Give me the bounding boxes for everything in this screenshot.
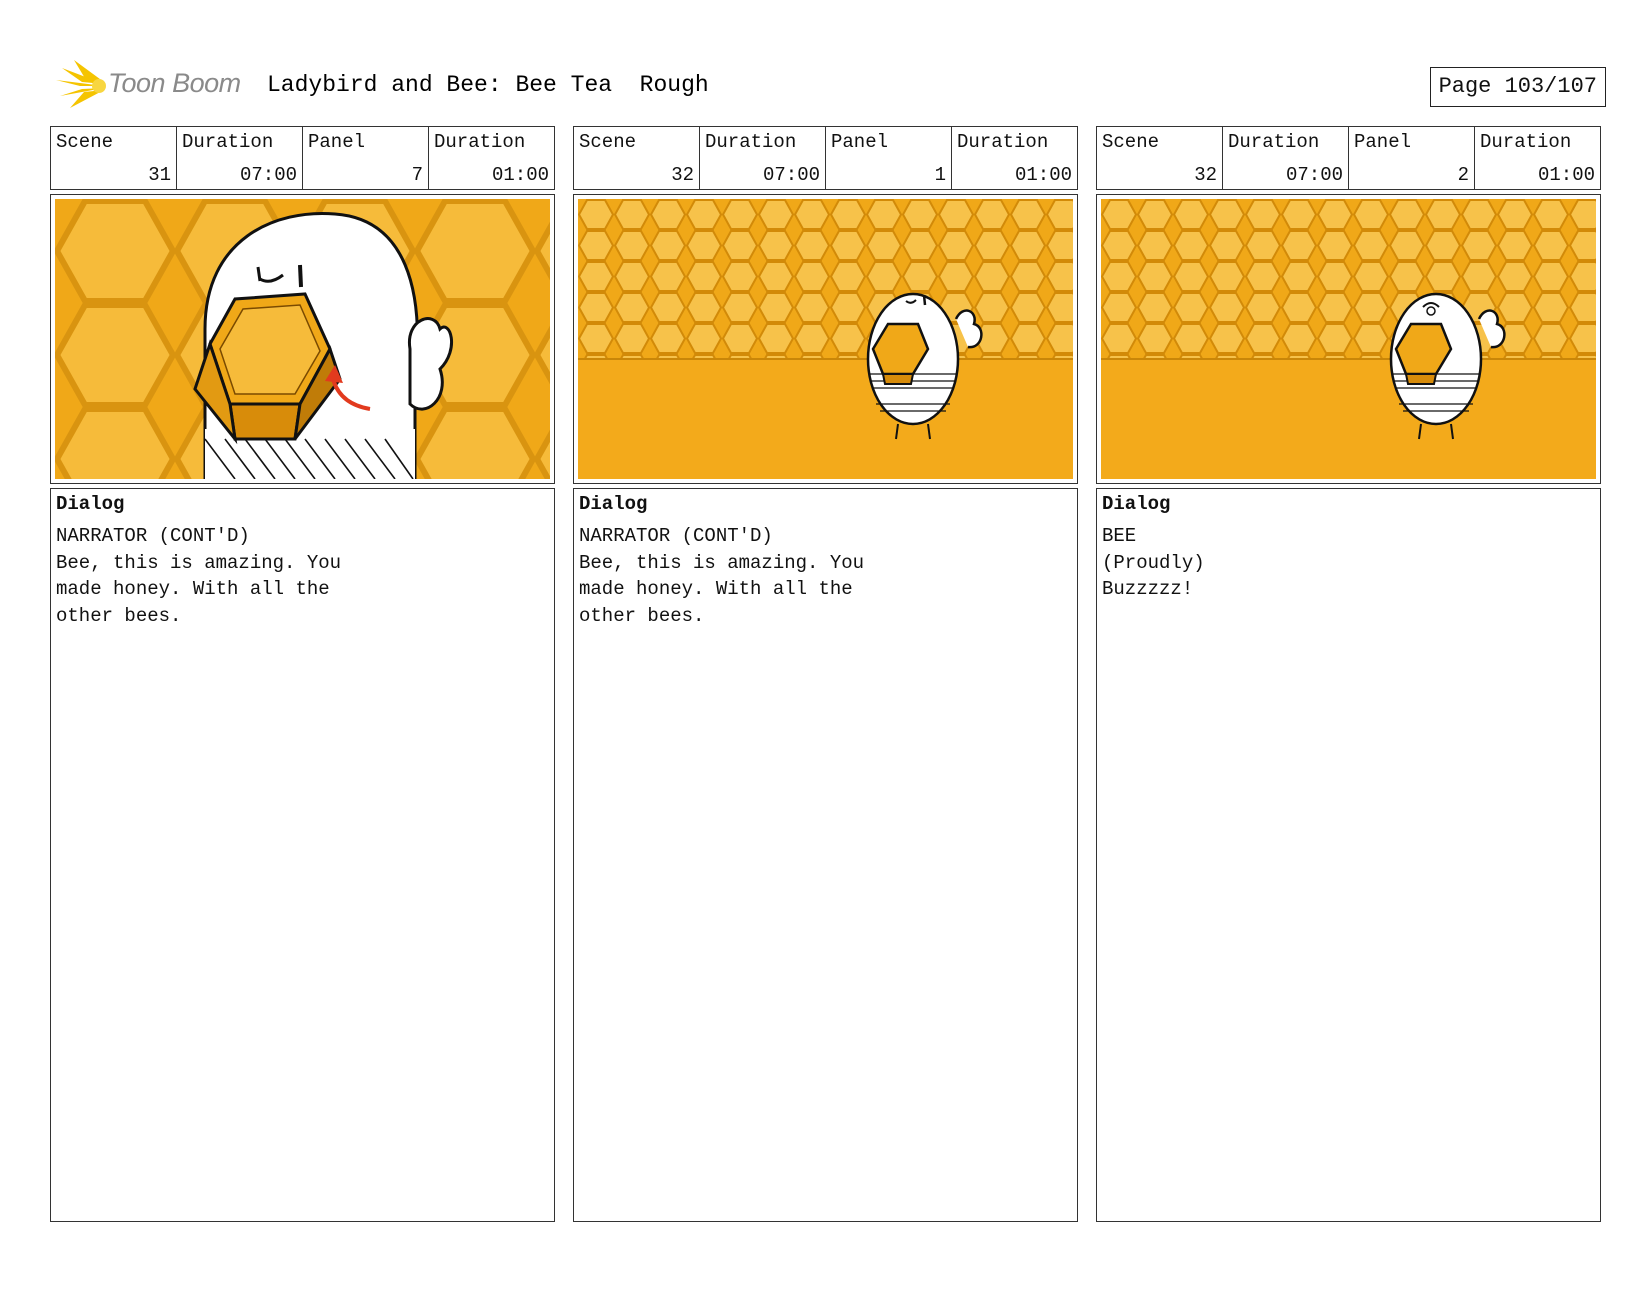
scene-number: 31 [148, 164, 171, 186]
duration-label: Duration [1480, 131, 1572, 153]
dialog-box: Dialog BEE (Proudly) Buzzzzz! [1096, 488, 1601, 1222]
storyboard-panel-2: Scene 32 Duration 07:00 Panel 1 Duration… [573, 126, 1078, 1222]
dialog-line: BEE [1102, 525, 1137, 547]
panel-duration-cell: Duration 01:00 [1475, 127, 1600, 189]
scene-cell: Scene 31 [51, 127, 177, 189]
page-number-box: Page 103/107 [1429, 67, 1606, 107]
scene-label: Scene [579, 131, 637, 153]
scene-duration-cell: Duration 07:00 [700, 127, 826, 189]
panel-duration-cell: Duration 01:00 [429, 127, 554, 189]
panel-duration: 01:00 [1537, 164, 1595, 186]
bee-wide-shot-drawing [578, 199, 1073, 479]
panel-cell: Panel 7 [303, 127, 429, 189]
dialog-line: Bee, this is amazing. You [579, 551, 865, 574]
dialog-line: NARRATOR (CONT'D) [579, 525, 773, 547]
dialog-line: made honey. With all the [56, 578, 330, 600]
dialog-text: BEE (Proudly) Buzzzzz! [1102, 523, 1205, 603]
document-title: Ladybird and Bee: Bee Tea Rough [267, 72, 709, 98]
logo-wordmark: Toon Boom [108, 68, 241, 98]
dialog-line: NARRATOR (CONT'D) [56, 525, 250, 547]
toon-boom-logo: Toon Boom [52, 58, 252, 114]
dialog-line: other bees. [579, 604, 705, 627]
panel-image-frame [50, 194, 555, 484]
panel-number: 1 [934, 164, 946, 186]
scene-label: Scene [1102, 131, 1160, 153]
dialog-box: Dialog NARRATOR (CONT'D) Bee, this is am… [573, 488, 1078, 1222]
scene-cell: Scene 32 [1097, 127, 1223, 189]
scene-duration-cell: Duration 07:00 [177, 127, 303, 189]
duration-label: Duration [957, 131, 1049, 153]
panel-duration: 01:00 [491, 164, 549, 186]
panel-image-frame [573, 194, 1078, 484]
dialog-line: (Proudly) [1102, 551, 1205, 574]
panel-drawing [1101, 199, 1596, 479]
panel-number: 7 [411, 164, 423, 186]
scene-duration: 07:00 [762, 164, 820, 186]
panel-cell: Panel 2 [1349, 127, 1475, 189]
panel-info-bar: Scene 32 Duration 07:00 Panel 1 Duration… [573, 126, 1078, 190]
panel-duration: 01:00 [1014, 164, 1072, 186]
panel-label: Panel [831, 131, 889, 153]
panel-number: 2 [1457, 164, 1469, 186]
duration-label: Duration [182, 131, 274, 153]
dialog-line: other bees. [56, 604, 182, 627]
dialog-line: Buzzzzz! [1102, 578, 1194, 600]
duration-label: Duration [434, 131, 526, 153]
scene-duration: 07:00 [239, 164, 297, 186]
dialog-text: NARRATOR (CONT'D) Bee, this is amazing. … [56, 523, 341, 629]
dialog-line: Bee, this is amazing. You [56, 551, 342, 574]
scene-duration: 07:00 [1285, 164, 1343, 186]
storyboard-header: Toon Boom Ladybird and Bee: Bee Tea Roug… [52, 58, 1606, 118]
duration-label: Duration [1228, 131, 1320, 153]
dialog-text: NARRATOR (CONT'D) Bee, this is amazing. … [579, 523, 864, 629]
panel-label: Panel [1354, 131, 1412, 153]
bee-closeup-drawing [55, 199, 550, 479]
panel-duration-cell: Duration 01:00 [952, 127, 1077, 189]
dialog-label: Dialog [56, 493, 125, 515]
scene-number: 32 [671, 164, 694, 186]
bee-proud-drawing [1101, 199, 1596, 479]
storyboard-panel-1: Scene 31 Duration 07:00 Panel 7 Duration… [50, 126, 555, 1222]
scene-duration-cell: Duration 07:00 [1223, 127, 1349, 189]
storyboard-panel-3: Scene 32 Duration 07:00 Panel 2 Duration… [1096, 126, 1601, 1222]
dialog-box: Dialog NARRATOR (CONT'D) Bee, this is am… [50, 488, 555, 1222]
panel-info-bar: Scene 31 Duration 07:00 Panel 7 Duration… [50, 126, 555, 190]
starburst-icon [56, 60, 106, 108]
panel-cell: Panel 1 [826, 127, 952, 189]
dialog-label: Dialog [579, 493, 648, 515]
panel-image-frame [1096, 194, 1601, 484]
duration-label: Duration [705, 131, 797, 153]
panel-drawing [578, 199, 1073, 479]
scene-number: 32 [1194, 164, 1217, 186]
panel-drawing [55, 199, 550, 479]
dialog-line: made honey. With all the [579, 578, 853, 600]
dialog-label: Dialog [1102, 493, 1171, 515]
panel-info-bar: Scene 32 Duration 07:00 Panel 2 Duration… [1096, 126, 1601, 190]
scene-label: Scene [56, 131, 114, 153]
panel-label: Panel [308, 131, 366, 153]
scene-cell: Scene 32 [574, 127, 700, 189]
